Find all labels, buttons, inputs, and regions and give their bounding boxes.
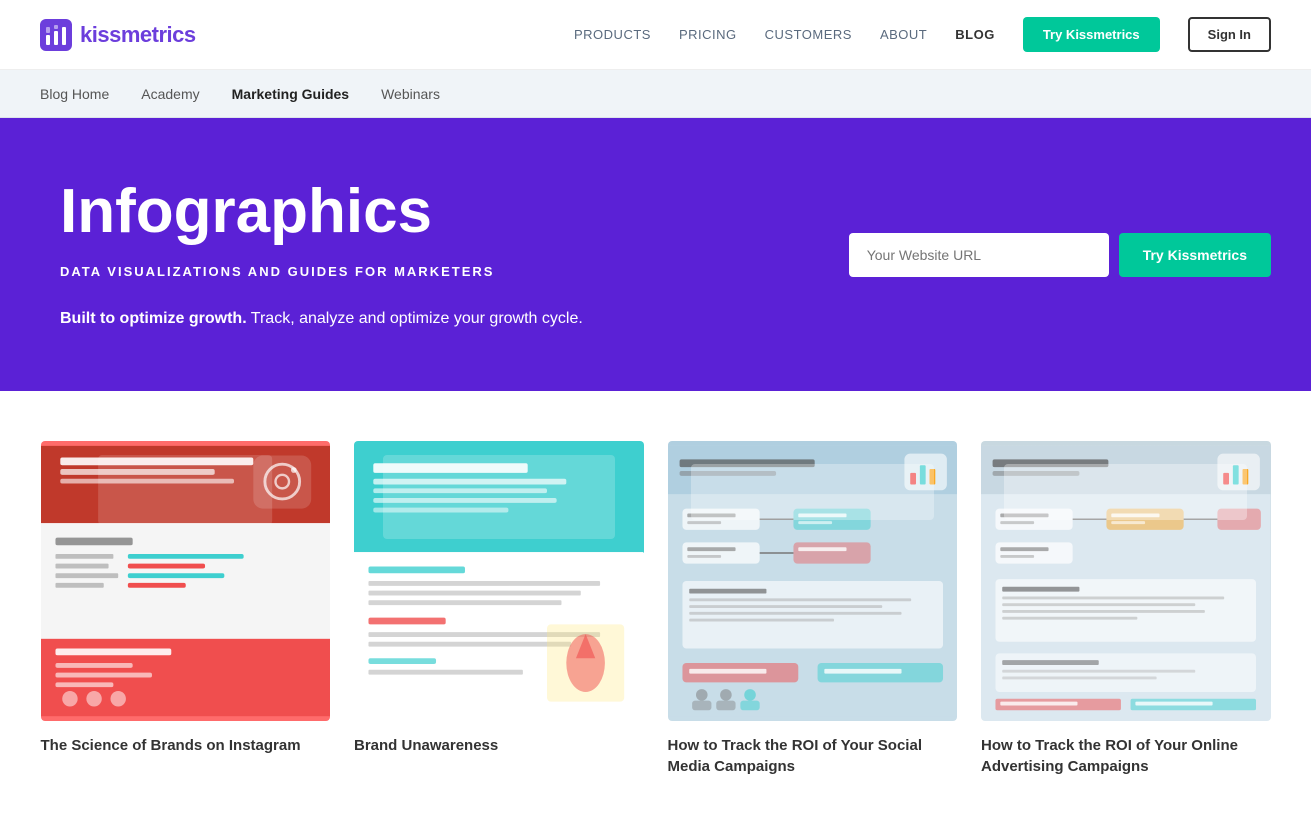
card-4-image[interactable] <box>981 441 1271 721</box>
site-header: kissmetrics PRODUCTS PRICING CUSTOMERS A… <box>0 0 1311 70</box>
nav-try-button[interactable]: Try Kissmetrics <box>1023 17 1160 52</box>
hero-right: Try Kissmetrics <box>849 233 1271 277</box>
sub-nav-webinars[interactable]: Webinars <box>381 86 440 102</box>
sub-nav-blog-home[interactable]: Blog Home <box>40 86 109 102</box>
card-3-image[interactable] <box>668 441 958 721</box>
logo-text: kissmetrics <box>80 22 196 48</box>
card-4-title: How to Track the ROI of Your Online Adve… <box>981 735 1271 777</box>
cards-section: The Science of Brands on Instagram <box>0 391 1311 827</box>
hero-title: Infographics <box>60 178 583 246</box>
card-2-title: Brand Unawareness <box>354 735 644 756</box>
card-3: How to Track the ROI of Your Social Medi… <box>668 441 958 777</box>
card-1-title: The Science of Brands on Instagram <box>41 735 331 756</box>
sub-nav-marketing-guides[interactable]: Marketing Guides <box>232 86 349 102</box>
card-2-image[interactable] <box>354 441 644 721</box>
hero-subtitle: DATA VISUALIZATIONS AND GUIDES FOR MARKE… <box>60 264 583 279</box>
sub-nav-academy[interactable]: Academy <box>141 86 199 102</box>
card-3-title: How to Track the ROI of Your Social Medi… <box>668 735 958 777</box>
hero-left: Infographics DATA VISUALIZATIONS AND GUI… <box>60 178 583 331</box>
card-1: The Science of Brands on Instagram <box>41 441 331 777</box>
hero-description: Built to optimize growth. Track, analyze… <box>60 307 583 331</box>
logo-icon <box>40 19 72 51</box>
nav-signin-button[interactable]: Sign In <box>1188 17 1271 52</box>
nav-item-about[interactable]: ABOUT <box>880 27 927 42</box>
hero-desc-regular: Track, analyze and optimize your growth … <box>247 310 583 327</box>
main-nav: PRODUCTS PRICING CUSTOMERS ABOUT BLOG Tr… <box>574 17 1271 52</box>
hero-desc-bold: Built to optimize growth. <box>60 310 247 327</box>
hero-try-button[interactable]: Try Kissmetrics <box>1119 233 1271 277</box>
hero-url-input[interactable] <box>849 233 1109 277</box>
sub-nav: Blog Home Academy Marketing Guides Webin… <box>0 70 1311 118</box>
cards-grid: The Science of Brands on Instagram <box>41 441 1271 777</box>
hero-section: Infographics DATA VISUALIZATIONS AND GUI… <box>0 118 1311 391</box>
card-4: How to Track the ROI of Your Online Adve… <box>981 441 1271 777</box>
card-1-image[interactable] <box>41 441 331 721</box>
card-2: Brand Unawareness <box>354 441 644 777</box>
nav-item-pricing[interactable]: PRICING <box>679 27 737 42</box>
nav-item-customers[interactable]: CUSTOMERS <box>765 27 852 42</box>
logo-link[interactable]: kissmetrics <box>40 19 196 51</box>
nav-item-blog[interactable]: BLOG <box>955 27 995 42</box>
nav-item-products[interactable]: PRODUCTS <box>574 27 651 42</box>
